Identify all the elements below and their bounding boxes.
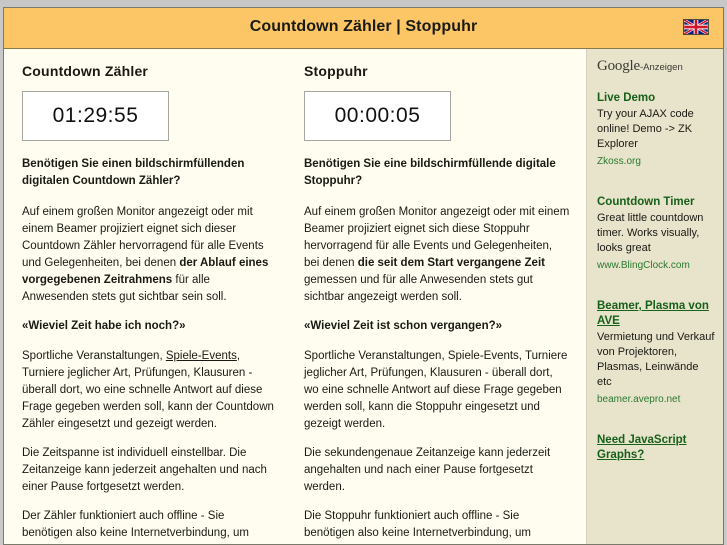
page-title: Countdown Zähler | Stoppuhr <box>249 18 478 35</box>
ad-title-link[interactable]: Need JavaScript Graphs? <box>597 433 716 463</box>
uk-flag-svg <box>684 20 708 34</box>
ad-item: Countdown Timer Great little countdown t… <box>587 195 723 273</box>
stopwatch-paragraph-2: Sportliche Veranstaltungen, Spiele-Event… <box>304 350 568 430</box>
countdown-quote: «Wieviel Zeit habe ich noch?» <box>22 320 186 332</box>
countdown-column: Countdown Zähler 01:29:55 Benötigen Sie … <box>4 49 294 544</box>
stopwatch-p1-bold: die seit dem Start vergangene Zeit <box>357 257 545 269</box>
stopwatch-column: Stoppuhr 00:00:05 Benötigen Sie eine bil… <box>294 49 586 544</box>
ad-item: Need JavaScript Graphs? <box>587 433 723 463</box>
ad-description: Vermietung und Verkauf von Projektoren, … <box>597 331 715 388</box>
stopwatch-paragraph-3: Die sekundengenaue Zeitanzeige kann jede… <box>304 447 551 493</box>
stopwatch-timer-value: 00:00:05 <box>334 104 421 127</box>
ad-url[interactable]: beamer.avepro.net <box>597 394 680 405</box>
countdown-lead-text: Benötigen Sie einen bildschirmfüllenden … <box>22 158 245 187</box>
stopwatch-quote: «Wieviel Zeit ist schon vergangen?» <box>304 320 503 332</box>
google-ads-header: Google-Anzeigen <box>587 58 723 75</box>
countdown-paragraph-3: Die Zeitspanne ist individuell einstellb… <box>22 447 267 493</box>
page-header: Countdown Zähler | Stoppuhr <box>4 8 723 49</box>
page-content: Countdown Zähler 01:29:55 Benötigen Sie … <box>4 49 723 544</box>
page-root: Countdown Zähler | Stoppuhr Countdown Zä… <box>3 7 724 545</box>
stopwatch-timer-display[interactable]: 00:00:05 <box>304 91 451 141</box>
ad-title-link[interactable]: Live Demo <box>597 91 716 106</box>
countdown-timer-value: 01:29:55 <box>52 104 139 127</box>
ad-title-link[interactable]: Beamer, Plasma von AVE <box>597 299 716 329</box>
stopwatch-paragraph-4: Die Stoppuhr funktioniert auch offline -… <box>304 510 531 539</box>
ad-url[interactable]: www.BlingClock.com <box>597 260 690 271</box>
countdown-p2-after: , Turniere jeglicher Art, Prüfungen, Kla… <box>22 350 274 430</box>
google-logo: Google <box>597 58 640 74</box>
stopwatch-paragraph-1: Auf einem großen Monitor angezeigt oder … <box>304 204 570 306</box>
countdown-paragraph-4: Der Zähler funktioniert auch offline - S… <box>22 510 249 539</box>
stopwatch-heading: Stoppuhr <box>304 63 368 79</box>
ad-url[interactable]: Zkoss.org <box>597 156 641 167</box>
ad-item: Live Demo Try your AJAX code online! Dem… <box>587 91 723 169</box>
browser-chrome-strip <box>0 0 727 7</box>
countdown-paragraph-2: Sportliche Veranstaltungen, Spiele-Event… <box>22 348 278 433</box>
browser-viewport: Countdown Zähler | Stoppuhr Countdown Zä… <box>0 0 727 545</box>
ads-sidebar: Google-Anzeigen Live Demo Try your AJAX … <box>586 49 723 544</box>
ad-title-link[interactable]: Countdown Timer <box>597 195 716 210</box>
countdown-p2-before: Sportliche Veranstaltungen, <box>22 350 166 362</box>
countdown-paragraph-1: Auf einem großen Monitor angezeigt oder … <box>22 204 278 306</box>
stopwatch-lead-text: Benötigen Sie eine bildschirmfüllende di… <box>304 158 556 187</box>
countdown-timer-display[interactable]: 01:29:55 <box>22 91 169 141</box>
ad-item: Beamer, Plasma von AVE Vermietung und Ve… <box>587 299 723 407</box>
ad-description: Try your AJAX code online! Demo -> ZK Ex… <box>597 108 694 150</box>
countdown-heading: Countdown Zähler <box>22 63 149 79</box>
uk-flag-icon[interactable] <box>683 19 709 35</box>
ads-label: -Anzeigen <box>639 62 683 73</box>
spiele-events-link[interactable]: Spiele-Events <box>166 350 237 362</box>
ad-description: Great little countdown timer. Works visu… <box>597 212 704 254</box>
stopwatch-p1-after: gemessen und für alle Anwesenden stets g… <box>304 274 533 303</box>
